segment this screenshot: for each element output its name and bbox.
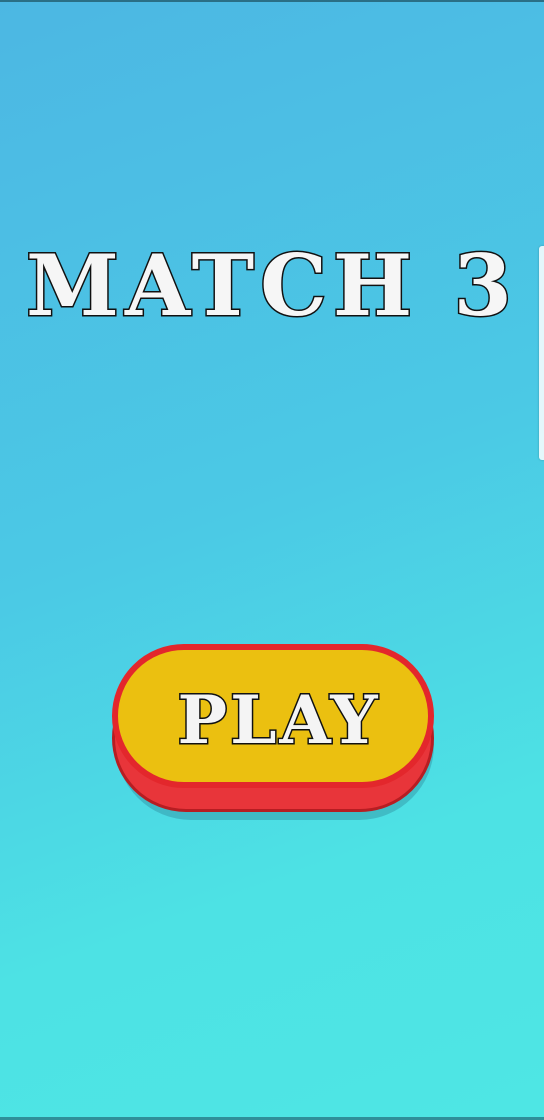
game-screen: MATCH 3 PLAY bbox=[0, 0, 544, 1120]
top-edge bbox=[0, 0, 544, 2]
play-button[interactable]: PLAY bbox=[112, 644, 434, 820]
game-title: MATCH 3 bbox=[25, 236, 518, 335]
play-button-face: PLAY bbox=[112, 644, 434, 788]
play-button-label: PLAY bbox=[176, 680, 381, 761]
